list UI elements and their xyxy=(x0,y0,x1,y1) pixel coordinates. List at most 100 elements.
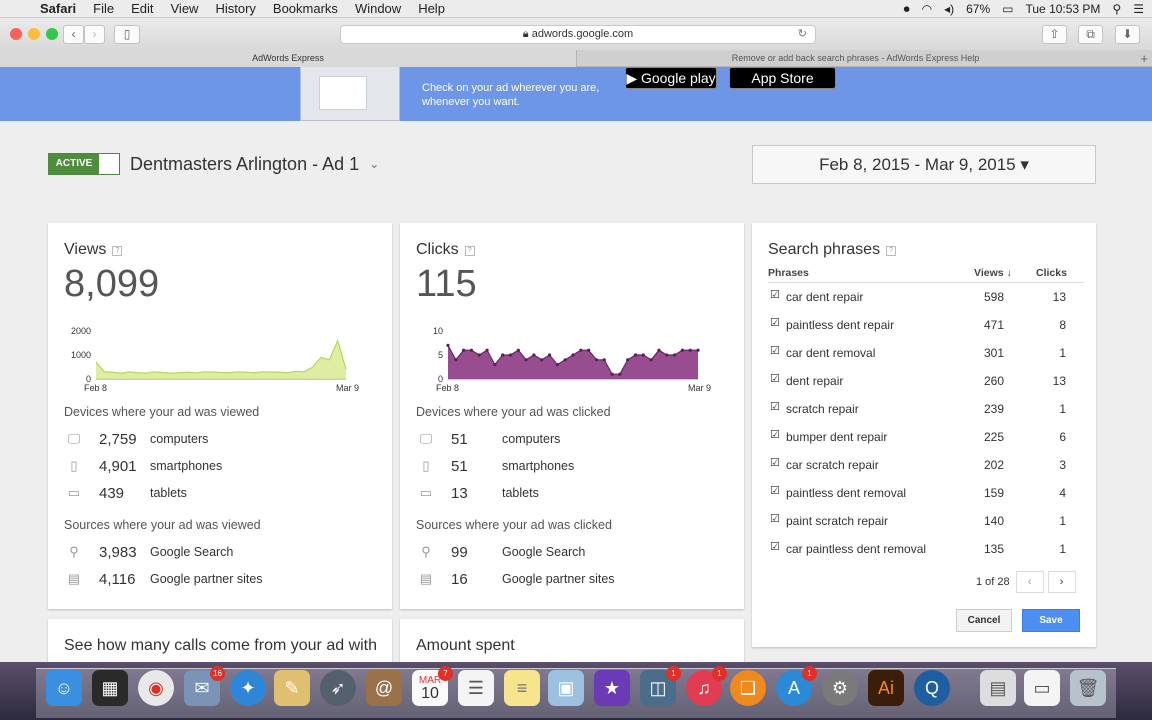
reminders-icon[interactable]: ☰ xyxy=(458,670,494,706)
record-icon[interactable]: ⏺ xyxy=(904,2,910,17)
banner-text: Check on your ad wherever you are, whene… xyxy=(422,82,600,108)
tab-adwords-express[interactable]: AdWords Express xyxy=(0,50,576,67)
column-clicks[interactable]: Clicks xyxy=(1036,267,1067,279)
sidebar-icon[interactable]: ▯ xyxy=(114,25,140,44)
minimize-window-button[interactable] xyxy=(28,28,40,40)
url-text: adwords.google.com xyxy=(531,28,634,40)
chrome-icon[interactable]: ◉ xyxy=(138,670,174,706)
checkbox-checked-icon[interactable]: ☑ xyxy=(770,318,781,329)
calendar-icon[interactable]: MAR 10 7 xyxy=(412,666,453,706)
back-icon[interactable]: ‹ xyxy=(63,25,84,44)
mail-icon[interactable]: ✉ 16 xyxy=(184,666,225,706)
battery-percent[interactable]: 67% xyxy=(966,2,990,16)
phrase-text: car paintless dent removal xyxy=(786,542,927,556)
ad-title[interactable]: Dentmasters Arlington - Ad 1 xyxy=(130,154,359,175)
data-point xyxy=(555,363,559,367)
trash-icon[interactable]: 🗑︎ xyxy=(1070,670,1106,706)
illustrator-icon[interactable]: Ai xyxy=(868,670,904,706)
zoom-window-button[interactable] xyxy=(46,28,58,40)
column-views-sort[interactable]: Views ↓ xyxy=(974,267,1012,279)
menu-app[interactable]: Safari xyxy=(40,1,76,16)
chevron-down-icon[interactable]: ⌄ xyxy=(369,157,379,171)
app-store-icon[interactable]: A1 xyxy=(776,666,817,706)
close-window-button[interactable] xyxy=(10,28,22,40)
quicktime-icon[interactable]: Q xyxy=(914,670,950,706)
imovie-icon[interactable]: ★ xyxy=(594,670,630,706)
data-point xyxy=(602,358,606,362)
save-button[interactable]: Save xyxy=(1022,609,1080,632)
date-range-selector[interactable]: Feb 8, 2015 - Mar 9, 2015 ▾ xyxy=(752,145,1096,184)
active-toggle[interactable]: ACTIVE xyxy=(48,153,120,175)
browser-toolbar: ‹ › ▯ 🔒︎ adwords.google.com ↻ ⇧ ⧉ ⬇ xyxy=(0,18,1152,50)
app-store-button[interactable]: App Store xyxy=(729,67,836,89)
page-indicator: 1 of 28 xyxy=(976,576,1010,588)
forward-icon[interactable]: › xyxy=(84,25,105,44)
clock[interactable]: Tue 10:53 PM xyxy=(1026,2,1101,16)
screenshot-stack-icon[interactable]: ▭ xyxy=(1024,670,1060,706)
contacts-icon[interactable]: @ xyxy=(366,670,402,706)
launchpad-icon[interactable]: ➶ xyxy=(320,670,356,706)
prev-page-icon[interactable]: ‹ xyxy=(1015,571,1044,593)
phrase-row: ☑ car paintless dent removal 135 1 xyxy=(768,535,1084,563)
mission-control-icon[interactable]: ▦ xyxy=(92,670,128,706)
phrase-row: ☑ car dent repair 598 13 xyxy=(768,283,1084,311)
data-point xyxy=(516,348,520,352)
google-play-button[interactable]: ▶ Google play xyxy=(625,67,717,89)
menu-view[interactable]: View xyxy=(171,1,199,16)
amount-spent-title: Amount spent xyxy=(416,637,515,654)
menu-window[interactable]: Window xyxy=(355,1,401,16)
itunes-icon[interactable]: ♫ 1 xyxy=(686,666,727,706)
notes-icon[interactable]: ≡ xyxy=(504,670,540,706)
notification-badge: 1 xyxy=(802,666,817,681)
checkbox-checked-icon[interactable]: ☑ xyxy=(770,374,781,385)
notification-center-icon[interactable]: ☰ xyxy=(1133,2,1144,16)
data-point xyxy=(501,353,505,357)
checkbox-checked-icon[interactable]: ☑ xyxy=(770,290,781,301)
battery-icon[interactable]: ▭ xyxy=(1002,2,1013,16)
search-icon[interactable]: ⚲ xyxy=(1112,2,1121,16)
new-tab-icon[interactable]: + xyxy=(1140,50,1148,67)
wifi-icon[interactable]: ◠ xyxy=(922,2,932,16)
photos-icon[interactable]: ▣ xyxy=(548,670,584,706)
system-preferences-icon[interactable]: ⚙ xyxy=(822,670,858,706)
metric-value: 51 xyxy=(451,430,468,448)
tabs-overview-icon[interactable]: ⧉ xyxy=(1078,25,1103,44)
help-icon[interactable]: ? xyxy=(886,246,897,256)
help-icon[interactable]: ? xyxy=(112,246,123,256)
data-point xyxy=(563,358,567,362)
cancel-button[interactable]: Cancel xyxy=(956,609,1012,632)
metric-value: 4,116 xyxy=(99,570,136,588)
downloads-stack-icon[interactable]: ▤ xyxy=(980,670,1016,706)
menu-bookmarks[interactable]: Bookmarks xyxy=(273,1,338,16)
menu-file[interactable]: File xyxy=(93,1,114,16)
checkbox-checked-icon[interactable]: ☑ xyxy=(770,486,781,497)
phrase-clicks: 8 xyxy=(1059,318,1066,332)
share-icon[interactable]: ⇧ xyxy=(1042,25,1067,44)
phrase-views: 202 xyxy=(983,458,1004,472)
volume-icon[interactable]: ◂) xyxy=(944,2,954,16)
next-page-icon[interactable]: › xyxy=(1047,571,1076,593)
toggle-knob xyxy=(99,154,119,174)
ibooks-icon[interactable]: ❑ xyxy=(730,670,766,706)
help-icon[interactable]: ? xyxy=(464,246,475,256)
checkbox-checked-icon[interactable]: ☑ xyxy=(770,346,781,357)
menu-edit[interactable]: Edit xyxy=(131,1,153,16)
checkbox-checked-icon[interactable]: ☑ xyxy=(770,514,781,525)
safari-icon[interactable]: ✦ xyxy=(230,670,266,706)
checkbox-checked-icon[interactable]: ☑ xyxy=(770,402,781,413)
menu-history[interactable]: History xyxy=(215,1,255,16)
preview-icon[interactable]: ✎ xyxy=(274,670,310,706)
image-capture-icon[interactable]: ◫ 1 xyxy=(640,666,681,706)
data-point xyxy=(696,348,700,352)
downloads-icon[interactable]: ⬇ xyxy=(1115,25,1140,44)
column-phrases: Phrases xyxy=(768,267,809,279)
tab-help-article[interactable]: Remove or add back search phrases - AdWo… xyxy=(576,50,1134,67)
menu-help[interactable]: Help xyxy=(418,1,445,16)
finder-icon[interactable]: ☺ xyxy=(46,670,82,706)
checkbox-checked-icon[interactable]: ☑ xyxy=(770,458,781,469)
checkbox-checked-icon[interactable]: ☑ xyxy=(770,542,781,553)
reload-icon[interactable]: ↻ xyxy=(798,26,807,43)
address-bar[interactable]: 🔒︎ adwords.google.com ↻ xyxy=(340,25,816,44)
checkbox-checked-icon[interactable]: ☑ xyxy=(770,430,781,441)
data-point xyxy=(633,353,638,357)
